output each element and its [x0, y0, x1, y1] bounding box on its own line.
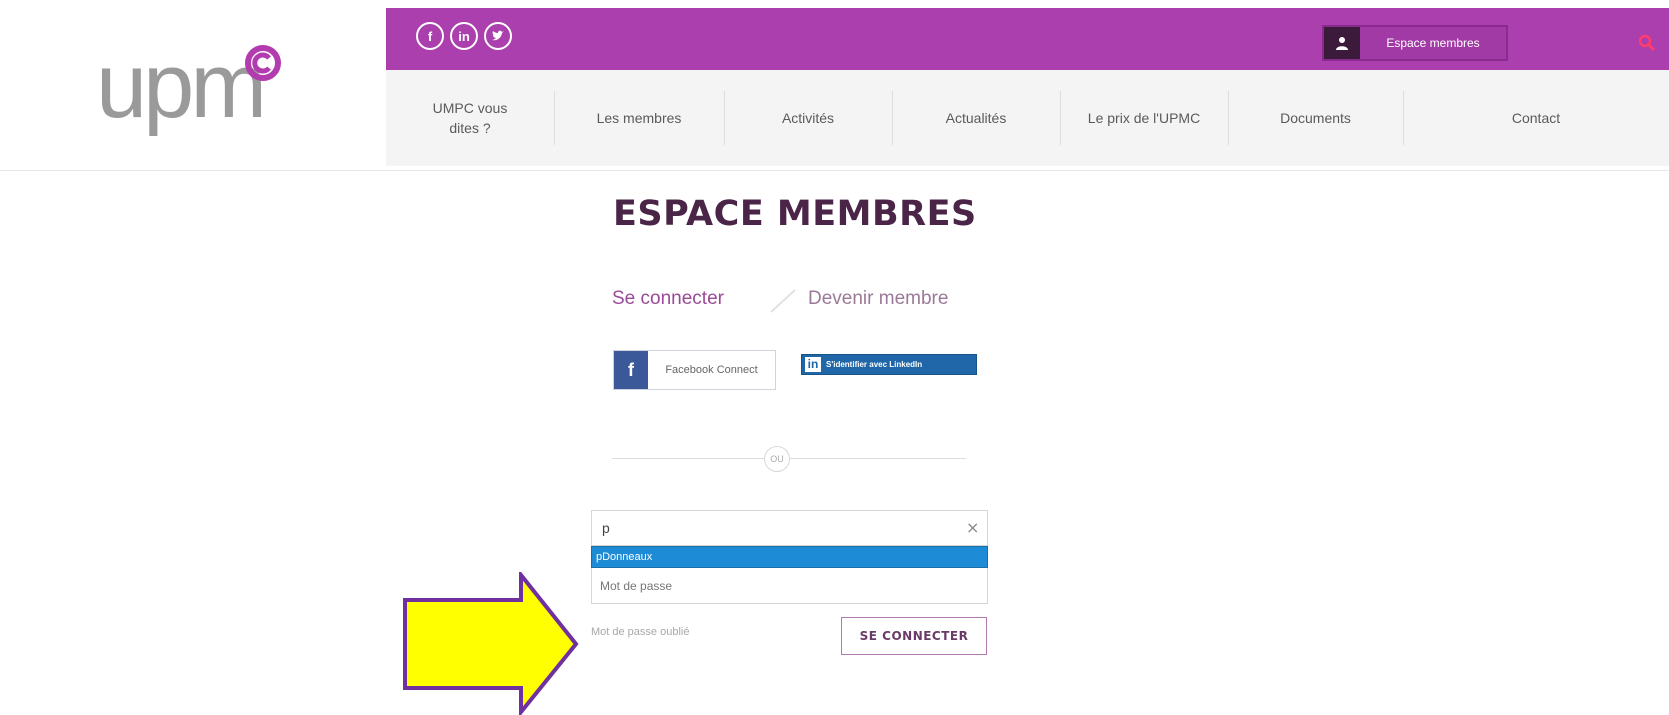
- nav-item-activities[interactable]: Activités: [724, 87, 892, 149]
- facebook-connect-button[interactable]: f Facebook Connect: [613, 350, 776, 390]
- logo-copyright-mark: [245, 45, 281, 81]
- nav-item-label: Contact: [1511, 110, 1561, 126]
- facebook-icon: f: [614, 351, 648, 389]
- page-title: ESPACE MEMBRES: [613, 194, 977, 234]
- linkedin-signin-button[interactable]: in S'identifier avec LinkedIn: [801, 354, 977, 375]
- nav-item-documents[interactable]: Documents: [1228, 87, 1403, 149]
- nav-item-umpc[interactable]: UMPC vous dites ?: [386, 87, 554, 149]
- password-field[interactable]: Mot de passe: [591, 568, 988, 604]
- nav-item-news[interactable]: Actualités: [892, 87, 1060, 149]
- nav-item-label: Actualités: [945, 110, 1007, 126]
- upmc-logo[interactable]: upm: [96, 35, 281, 166]
- search-icon[interactable]: [1638, 34, 1656, 52]
- tab-divider: [770, 289, 796, 313]
- nav-item-members[interactable]: Les membres: [554, 87, 724, 149]
- forgot-password-link[interactable]: Mot de passe oublié: [591, 626, 689, 638]
- nav-item-contact[interactable]: Contact: [1403, 87, 1669, 149]
- tab-login[interactable]: Se connecter: [612, 288, 724, 310]
- nav-item-label: Activités: [781, 110, 835, 126]
- logo-wordmark: upm: [96, 35, 267, 137]
- nav-item-prize[interactable]: Le prix de l'UPMC: [1060, 87, 1228, 149]
- login-submit-button[interactable]: SE CONNECTER: [841, 617, 987, 655]
- autocomplete-suggestion[interactable]: pDonneaux: [591, 546, 988, 568]
- nav-item-label: UMPC vous dites ?: [432, 100, 508, 136]
- or-separator: OU: [764, 446, 790, 472]
- nav-item-label: Les membres: [596, 110, 682, 126]
- nav-item-label: Documents: [1280, 110, 1351, 126]
- linkedin-icon: in: [805, 357, 821, 372]
- social-links: f in: [416, 22, 512, 50]
- facebook-connect-label: Facebook Connect: [665, 364, 758, 376]
- login-input[interactable]: [591, 510, 988, 546]
- annotation-arrow-icon: [403, 572, 579, 715]
- separator-line-left: [612, 458, 764, 459]
- linkedin-signin-label: S'identifier avec LinkedIn: [826, 360, 923, 369]
- auth-tabs: Se connecter Devenir membre: [612, 288, 972, 318]
- user-icon: [1324, 27, 1360, 59]
- main-nav: UMPC vous dites ? Les membres Activités …: [386, 70, 1669, 166]
- header-separator: [0, 170, 1669, 171]
- member-space-button[interactable]: Espace membres: [1322, 25, 1508, 61]
- twitter-icon[interactable]: [484, 22, 512, 50]
- nav-item-label: Le prix de l'UPMC: [1087, 110, 1201, 126]
- linkedin-icon[interactable]: in: [450, 22, 478, 50]
- member-space-label: Espace membres: [1360, 27, 1506, 59]
- tab-register[interactable]: Devenir membre: [808, 288, 948, 310]
- clear-input-icon[interactable]: ×: [966, 518, 979, 537]
- separator-line-right: [790, 458, 966, 459]
- facebook-icon[interactable]: f: [416, 22, 444, 50]
